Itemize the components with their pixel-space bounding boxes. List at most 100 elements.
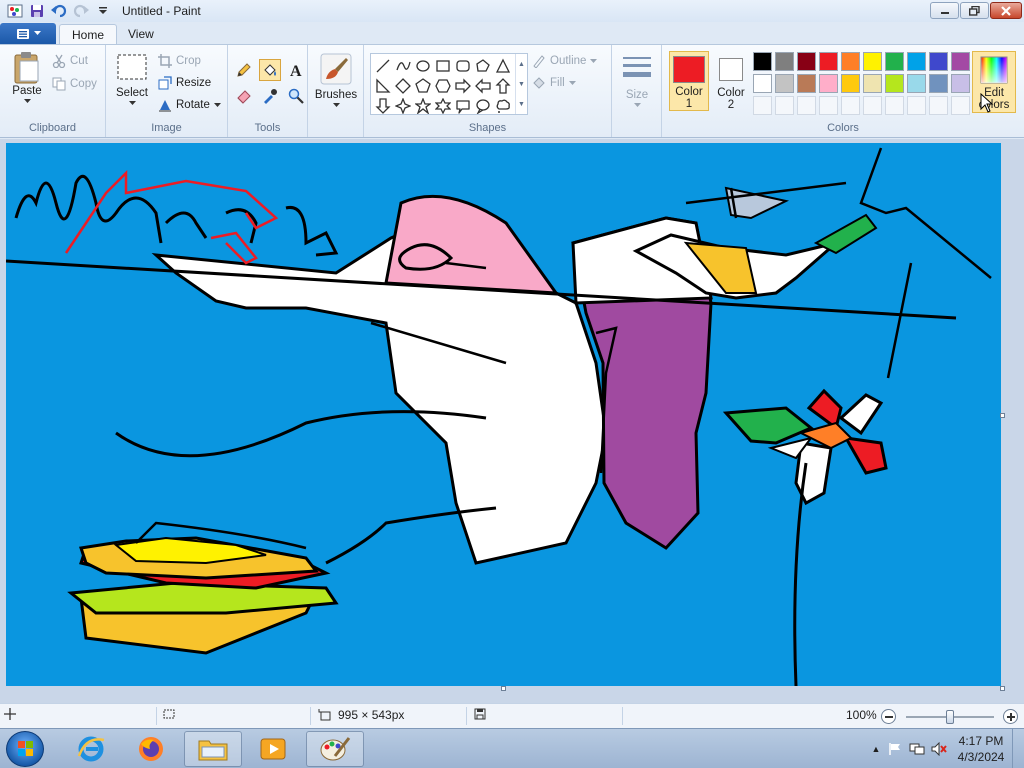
palette-color-swatch[interactable] [775,52,794,71]
fill-button[interactable]: Fill [532,73,576,93]
paint-menu-button[interactable] [0,23,56,44]
shapes-scroll[interactable]: ▲ ▼ ▼ [515,54,527,114]
scroll-down-icon[interactable]: ▼ [518,81,525,88]
customize-toolbar-icon[interactable] [94,2,112,20]
palette-color-swatch[interactable] [797,96,816,115]
brushes-button[interactable]: Brushes [314,53,358,108]
palette-color-swatch[interactable] [819,74,838,93]
outline-button[interactable]: Outline [532,51,598,71]
show-hidden-icons-icon[interactable]: ▲ [868,744,884,754]
palette-color-swatch[interactable] [775,96,794,115]
show-desktop-button[interactable] [1012,729,1024,768]
select-button[interactable]: Select [112,53,152,106]
rounded-callout-shape-icon[interactable] [453,96,473,116]
taskbar-media-player[interactable] [244,731,302,767]
oval-shape-icon[interactable] [413,56,433,76]
save-icon[interactable] [28,2,46,20]
pencil-icon[interactable] [233,59,255,81]
palette-color-swatch[interactable] [841,74,860,93]
palette-color-swatch[interactable] [951,74,970,93]
left-arrow-shape-icon[interactable] [473,76,493,96]
line-shape-icon[interactable] [373,56,393,76]
scroll-up-icon[interactable]: ▲ [518,61,525,68]
palette-color-swatch[interactable] [841,52,860,71]
rectangle-shape-icon[interactable] [433,56,453,76]
drawing-canvas[interactable] [6,143,1001,686]
palette-color-swatch[interactable] [885,52,904,71]
color-picker-icon[interactable] [259,85,281,107]
rounded-rectangle-shape-icon[interactable] [453,56,473,76]
palette-color-swatch[interactable] [753,74,772,93]
color-2-button[interactable]: Color 2 [711,51,751,111]
palette-color-swatch[interactable] [863,52,882,71]
palette-color-swatch[interactable] [951,96,970,115]
taskbar-internet-explorer[interactable] [62,731,120,767]
cloud-callout-shape-icon[interactable] [493,96,513,116]
up-arrow-shape-icon[interactable] [493,76,513,96]
paint-app-icon[interactable] [6,2,24,20]
palette-color-swatch[interactable] [929,74,948,93]
zoom-slider[interactable] [906,710,994,724]
tab-view[interactable]: View [116,24,166,44]
palette-color-swatch[interactable] [907,96,926,115]
palette-color-swatch[interactable] [841,96,860,115]
curve-shape-icon[interactable] [393,56,413,76]
canvas-resize-handle-corner[interactable] [1000,686,1005,691]
palette-color-swatch[interactable] [929,96,948,115]
palette-color-swatch[interactable] [863,74,882,93]
oval-callout-shape-icon[interactable] [473,96,493,116]
minimize-button[interactable] [930,2,959,19]
expand-gallery-icon[interactable]: ▼ [518,101,525,108]
palette-color-swatch[interactable] [797,74,816,93]
canvas-resize-handle-bottom[interactable] [501,686,506,691]
start-button[interactable] [6,731,44,767]
color-1-button[interactable]: Color 1 [669,51,709,111]
four-point-star-shape-icon[interactable] [393,96,413,116]
hexagon-shape-icon[interactable] [433,76,453,96]
eraser-icon[interactable] [233,85,255,107]
polygon-shape-icon[interactable] [473,56,493,76]
zoom-slider-thumb[interactable] [946,710,954,724]
palette-color-swatch[interactable] [951,52,970,71]
volume-muted-icon[interactable] [928,742,950,756]
palette-color-swatch[interactable] [753,96,772,115]
six-point-star-shape-icon[interactable] [433,96,453,116]
down-arrow-shape-icon[interactable] [373,96,393,116]
palette-color-swatch[interactable] [819,52,838,71]
palette-color-swatch[interactable] [885,96,904,115]
right-triangle-shape-icon[interactable] [373,76,393,96]
palette-color-swatch[interactable] [929,52,948,71]
network-icon[interactable] [906,742,928,756]
size-button[interactable]: Size [618,53,656,108]
palette-color-swatch[interactable] [907,52,926,71]
palette-color-swatch[interactable] [907,74,926,93]
taskbar-firefox[interactable] [122,731,180,767]
palette-color-swatch[interactable] [863,96,882,115]
five-point-star-shape-icon[interactable] [413,96,433,116]
palette-color-swatch[interactable] [775,74,794,93]
magnifier-icon[interactable] [285,85,307,107]
clock[interactable]: 4:17 PM 4/3/2024 [950,733,1012,765]
palette-color-swatch[interactable] [797,52,816,71]
redo-icon[interactable] [72,2,90,20]
fill-icon[interactable] [259,59,281,81]
palette-color-swatch[interactable] [819,96,838,115]
palette-color-swatch[interactable] [885,74,904,93]
resize-button[interactable]: Resize [158,73,211,93]
text-icon[interactable]: A [285,59,307,81]
tab-home[interactable]: Home [59,24,118,44]
edit-colors-button[interactable]: Edit colors [972,51,1016,113]
undo-icon[interactable] [50,2,68,20]
pentagon-shape-icon[interactable] [413,76,433,96]
copy-button[interactable]: Copy [52,74,97,94]
diamond-shape-icon[interactable] [393,76,413,96]
palette-color-swatch[interactable] [753,52,772,71]
taskbar-paint[interactable] [306,731,364,767]
crop-button[interactable]: Crop [158,51,201,71]
taskbar-file-explorer[interactable] [184,731,242,767]
restore-button[interactable] [960,2,989,19]
rotate-button[interactable]: Rotate [158,95,221,115]
right-arrow-shape-icon[interactable] [453,76,473,96]
zoom-out-button[interactable] [881,709,896,724]
paste-button[interactable]: Paste [8,51,46,104]
